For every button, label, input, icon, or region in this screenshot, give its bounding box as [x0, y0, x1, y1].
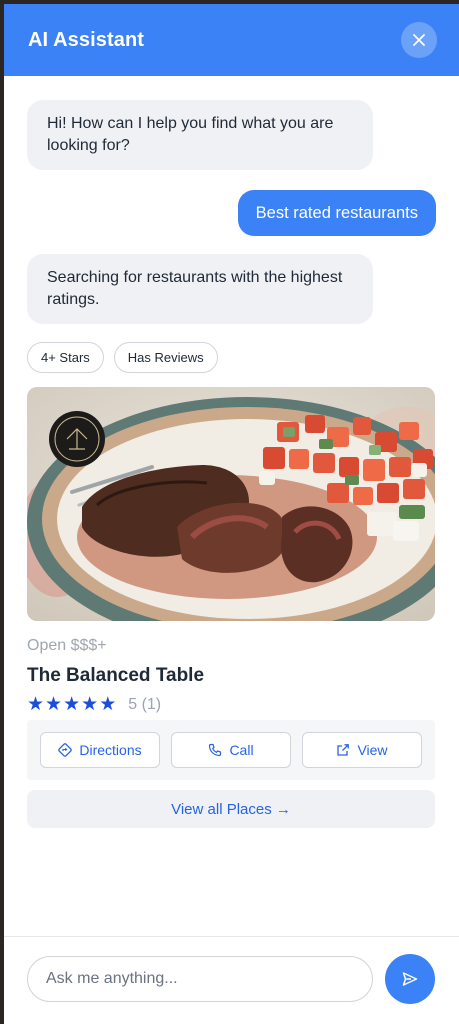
- filter-chip-4-stars[interactable]: 4+ Stars: [27, 342, 104, 373]
- chat-area: Hi! How can I help you find what you are…: [4, 76, 459, 936]
- place-name[interactable]: The Balanced Table: [27, 665, 436, 687]
- directions-icon: [58, 743, 73, 757]
- star-rating: ★ ★ ★ ★ ★: [27, 694, 117, 715]
- view-all-places-button[interactable]: View all Places →: [27, 790, 435, 828]
- assistant-message: Searching for restaurants with the highe…: [27, 254, 373, 324]
- star-icon: ★: [27, 694, 45, 715]
- composer: [4, 936, 459, 1024]
- header: AI Assistant: [4, 4, 459, 76]
- assistant-message: Hi! How can I help you find what you are…: [27, 100, 373, 170]
- directions-label: Directions: [79, 742, 142, 758]
- star-icon: ★: [81, 694, 99, 715]
- message-input[interactable]: [27, 955, 373, 1002]
- rating-row: ★ ★ ★ ★ ★ 5 (1): [27, 694, 436, 715]
- external-link-icon: [337, 744, 350, 756]
- steak-with-tomato-salad-photo: [27, 387, 435, 621]
- star-icon: ★: [99, 694, 117, 715]
- call-button[interactable]: Call: [171, 732, 291, 768]
- view-button[interactable]: View: [302, 732, 422, 768]
- star-icon: ★: [63, 694, 81, 715]
- phone-icon: [209, 743, 222, 757]
- filter-chip-has-reviews[interactable]: Has Reviews: [113, 342, 218, 373]
- call-label: Call: [229, 742, 254, 758]
- user-message: Best rated restaurants: [237, 190, 436, 236]
- close-icon: [413, 34, 425, 46]
- close-button[interactable]: [401, 22, 437, 58]
- panel-title: AI Assistant: [28, 28, 145, 51]
- directions-button[interactable]: Directions: [40, 732, 160, 768]
- place-actions: Directions Call View: [27, 720, 435, 780]
- send-button[interactable]: [385, 953, 435, 1004]
- filter-chips: 4+ Stars Has Reviews: [27, 342, 436, 373]
- star-icon: ★: [45, 694, 63, 715]
- send-icon: [402, 971, 418, 986]
- user-message-row: Best rated restaurants: [27, 190, 436, 236]
- view-label: View: [357, 742, 388, 758]
- rating-text: 5 (1): [128, 696, 162, 713]
- ai-assistant-panel: AI Assistant Hi! How can I help you find…: [4, 4, 459, 1024]
- place-photo[interactable]: [27, 387, 435, 621]
- place-status: Open $$$+: [27, 637, 107, 654]
